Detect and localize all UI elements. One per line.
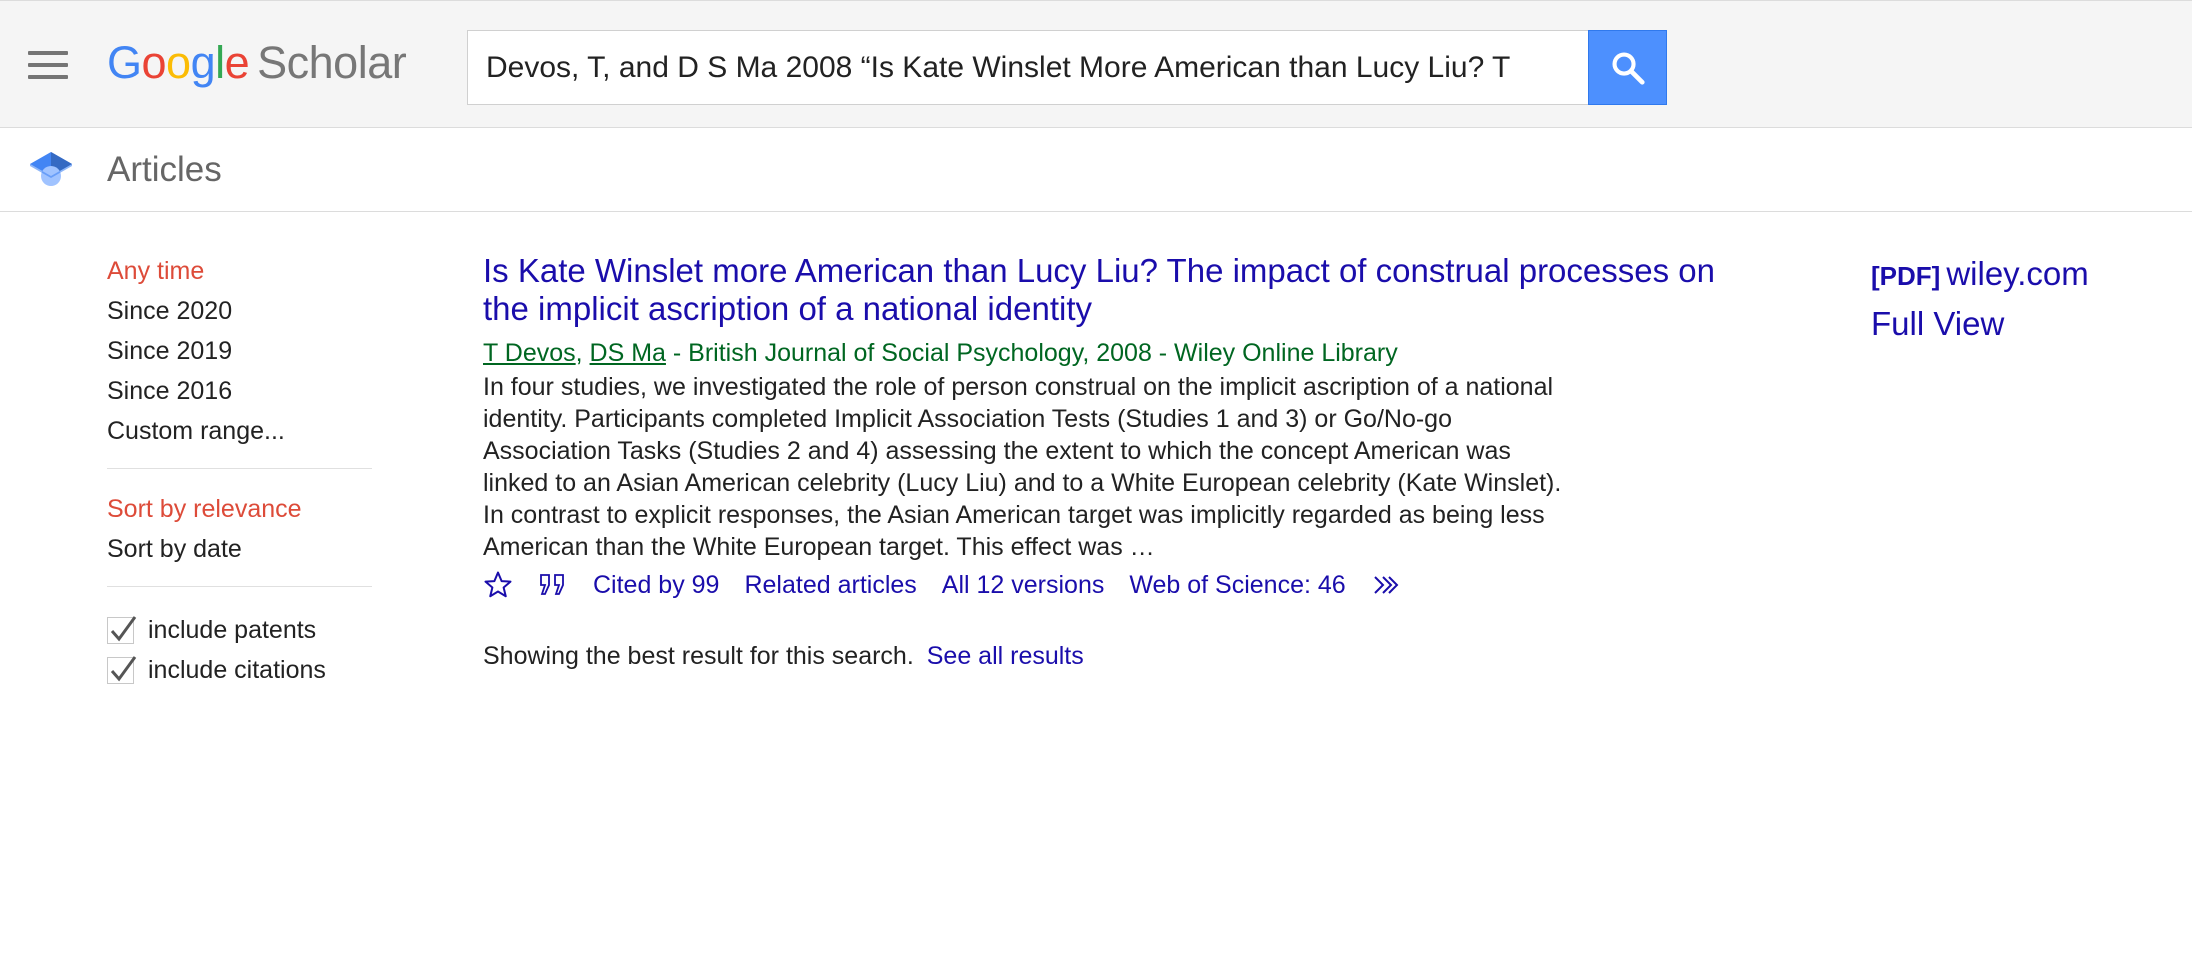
cited-by-link[interactable]: Cited by 99 — [593, 571, 719, 600]
search-input[interactable] — [468, 31, 1589, 104]
logo-letter: o — [166, 37, 191, 88]
filter-any-time[interactable]: Any time — [107, 254, 372, 294]
top-header: Google Scholar — [0, 0, 2192, 128]
logo-letter: G — [107, 37, 142, 88]
logo-scholar-text: Scholar — [257, 37, 407, 88]
pdf-tag: [PDF] — [1871, 261, 1941, 291]
search-button[interactable] — [1588, 30, 1667, 105]
pdf-domain: wiley.com — [1946, 255, 2089, 292]
fulltext-links: [PDF] wiley.com Full View — [1871, 254, 2089, 344]
google-scholar-logo[interactable]: Google Scholar — [107, 37, 407, 89]
page-title: Articles — [107, 150, 222, 189]
result-byline: T Devos, DS Ma - British Journal of Soci… — [483, 336, 1753, 370]
all-versions-link[interactable]: All 12 versions — [942, 571, 1105, 600]
result-title-link[interactable]: Is Kate Winslet more American than Lucy … — [483, 252, 1753, 328]
logo-letter: l — [215, 37, 225, 88]
filter-since-2016[interactable]: Since 2016 — [107, 374, 372, 414]
result-actions: Cited by 99 Related articles All 12 vers… — [483, 565, 1753, 605]
result-snippet: In four studies, we investigated the rol… — [483, 373, 1562, 561]
hamburger-menu-icon[interactable] — [28, 51, 70, 79]
checkbox-checked-icon[interactable] — [107, 655, 137, 684]
author-separator: , — [575, 339, 590, 367]
web-of-science-link[interactable]: Web of Science: 46 — [1129, 571, 1345, 600]
see-all-results-link[interactable]: See all results — [927, 642, 1084, 670]
include-citations-toggle[interactable]: include citations — [107, 650, 372, 690]
sidebar-divider — [107, 586, 372, 587]
filter-sidebar: Any time Since 2020 Since 2019 Since 201… — [107, 254, 372, 690]
sort-by-date[interactable]: Sort by date — [107, 532, 372, 572]
checkbox-label: include citations — [148, 655, 326, 684]
logo-letter: e — [224, 37, 250, 88]
checkbox-label: include patents — [148, 615, 317, 644]
search-box — [467, 30, 1589, 105]
include-patents-toggle[interactable]: include patents — [107, 610, 372, 650]
filter-since-2019[interactable]: Since 2019 — [107, 334, 372, 374]
cite-quote-icon[interactable] — [538, 572, 568, 598]
sidebar-divider — [107, 468, 372, 469]
more-options-icon[interactable] — [1371, 573, 1403, 597]
filter-since-2020[interactable]: Since 2020 — [107, 294, 372, 334]
sort-by-relevance[interactable]: Sort by relevance — [107, 492, 372, 532]
logo-letter: g — [190, 37, 216, 88]
save-star-icon[interactable] — [483, 570, 513, 600]
filter-custom-range[interactable]: Custom range... — [107, 414, 372, 454]
author-link[interactable]: T Devos — [483, 339, 576, 367]
result-summary-text: Showing the best result for this search. — [483, 642, 914, 670]
related-articles-link[interactable]: Related articles — [744, 571, 916, 600]
sub-header — [0, 128, 2192, 212]
search-result: Is Kate Winslet more American than Lucy … — [483, 252, 1753, 605]
checkbox-checked-icon[interactable] — [107, 615, 137, 644]
pdf-link[interactable]: [PDF] wiley.com — [1871, 254, 2089, 296]
result-source: - British Journal of Social Psychology, … — [665, 339, 1398, 367]
full-view-link[interactable]: Full View — [1871, 304, 2089, 344]
result-summary: Showing the best result for this search.… — [483, 642, 1084, 671]
author-link[interactable]: DS Ma — [590, 339, 666, 367]
graduation-cap-icon — [30, 152, 72, 186]
logo-letter: o — [141, 37, 167, 88]
search-icon — [1611, 51, 1645, 85]
